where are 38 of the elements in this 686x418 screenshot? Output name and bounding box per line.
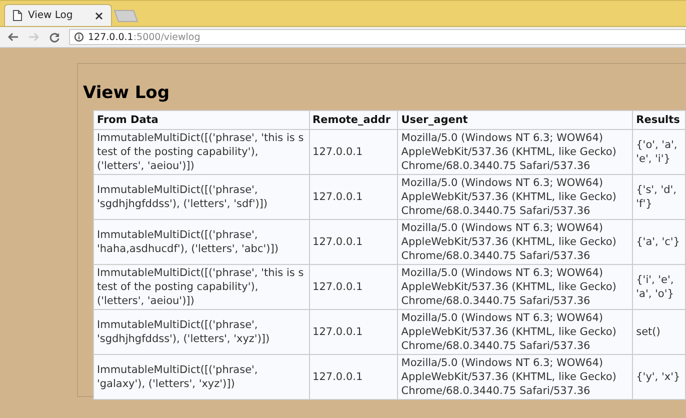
table-cell: 127.0.0.1 <box>309 130 398 174</box>
table-cell: 127.0.0.1 <box>309 264 398 310</box>
column-header: User_agent <box>398 110 633 130</box>
table-cell: ImmutableMultiDict([('phrase', 'sgdhjhgfddss'), ('letters', 'sdf')]) <box>94 174 310 220</box>
info-icon <box>74 32 84 42</box>
column-header: From Data <box>94 110 310 130</box>
reload-icon[interactable] <box>49 32 60 42</box>
table-cell: {'a', 'c'} <box>632 220 686 264</box>
table-cell: Mozilla/5.0 (Windows NT 6.3; WOW64) AppleWebKit/537.36 (KHTML, like Gecko) Chrome/68.0.3440.75 Safari/537.36 <box>398 130 633 174</box>
table-cell: Mozilla/5.0 (Windows NT 6.3; WOW64) AppleWebKit/537.36 (KHTML, like Gecko) Chrome/68.0.3440.75 Safari/537.36 <box>398 264 633 310</box>
table-cell: {'s', 'd', 'f'} <box>632 174 686 220</box>
address-bar[interactable]: 127.0.0.1:5000/viewlog <box>69 29 686 45</box>
table-cell: {'y', 'x'} <box>632 354 686 400</box>
back-icon[interactable] <box>7 32 19 42</box>
table-cell: ImmutableMultiDict([('phrase', 'haha,asdhucdf'), ('letters', 'abc')]) <box>94 220 310 264</box>
column-header: Remote_addr <box>309 110 398 130</box>
table-cell: set() <box>632 310 686 354</box>
table-cell: {'i', 'e', 'a', 'o'} <box>632 264 686 310</box>
table-cell: 127.0.0.1 <box>309 174 398 220</box>
table-cell: Mozilla/5.0 (Windows NT 6.3; WOW64) AppleWebKit/537.36 (KHTML, like Gecko) Chrome/68.0.3440.75 Safari/537.36 <box>398 174 633 220</box>
browser-tab[interactable]: View Log <box>4 4 112 26</box>
table-cell: Mozilla/5.0 (Windows NT 6.3; WOW64) AppleWebKit/537.36 (KHTML, like Gecko) Chrome/68.0.3440.75 Safari/537.36 <box>398 310 633 354</box>
page-icon <box>13 10 22 21</box>
url-text: 127.0.0.1:5000/viewlog <box>88 32 200 42</box>
page-title: View Log <box>83 83 171 103</box>
table-cell: 127.0.0.1 <box>309 220 398 264</box>
table-cell: ImmutableMultiDict([('phrase', 'galaxy'), ('letters', 'xyz')]) <box>94 354 310 400</box>
table-cell: Mozilla/5.0 (Windows NT 6.3; WOW64) AppleWebKit/537.36 (KHTML, like Gecko) Chrome/68.0.3440.75 Safari/537.36 <box>398 220 633 264</box>
table-cell: ImmutableMultiDict([('phrase', 'this is s test of the posting capability'), ('letters', 'aeiou')]) <box>94 130 310 174</box>
column-header: Results <box>632 110 686 130</box>
table-cell: ImmutableMultiDict([('phrase', 'sgdhjhgfddss'), ('letters', 'xyz')]) <box>94 310 310 354</box>
table-cell: 127.0.0.1 <box>309 310 398 354</box>
table-cell: {'o', 'a', 'e', 'i'} <box>632 130 686 174</box>
table-cell: Mozilla/5.0 (Windows NT 6.3; WOW64) AppleWebKit/537.36 (KHTML, like Gecko) Chrome/68.0.3440.75 Safari/537.36 <box>398 354 633 400</box>
close-icon[interactable] <box>95 12 103 20</box>
table-cell: 127.0.0.1 <box>309 354 398 400</box>
table-cell: ImmutableMultiDict([('phrase', 'this is s test of the posting capability'), ('letters', 'aeiou')]) <box>94 264 310 310</box>
tab-title: View Log <box>28 10 74 21</box>
